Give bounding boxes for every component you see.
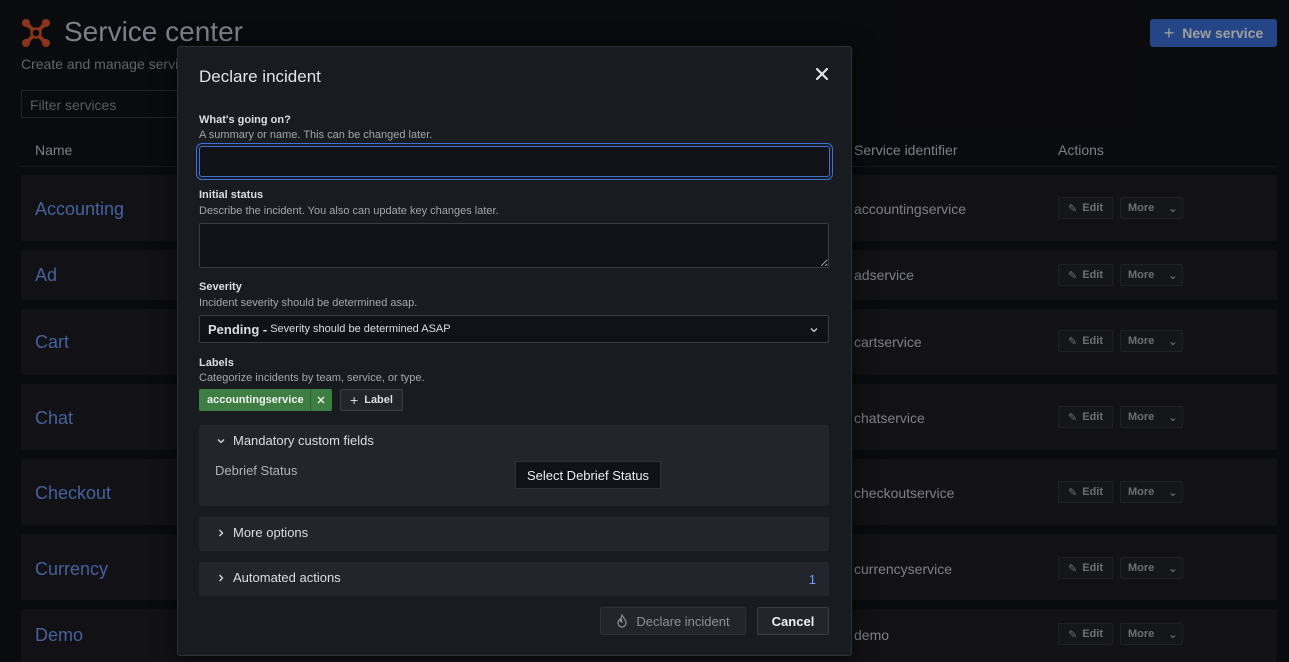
- declare-incident-modal: Declare incident What's going on? A summ…: [177, 46, 852, 656]
- mandatory-custom-fields-toggle[interactable]: Mandatory custom fields: [216, 433, 374, 448]
- severity-selected-main: Pending -: [208, 321, 268, 337]
- more-options-section[interactable]: More options: [199, 517, 829, 551]
- chevron-down-icon: [810, 328, 818, 333]
- plus-icon: +: [350, 392, 359, 408]
- severity-description: Incident severity should be determined a…: [199, 297, 418, 309]
- initial-status-description: Describe the incident. You also can upda…: [199, 205, 499, 217]
- summary-label: What's going on?: [199, 114, 291, 126]
- summary-input[interactable]: [199, 146, 830, 177]
- severity-select[interactable]: Pending - Severity should be determined …: [199, 315, 829, 343]
- mandatory-custom-fields-section: Mandatory custom fields Debrief Status S…: [199, 425, 829, 506]
- chevron-down-icon: [217, 438, 225, 443]
- modal-title: Declare incident: [199, 67, 321, 86]
- labels-label: Labels: [199, 357, 234, 369]
- initial-status-label: Initial status: [199, 189, 264, 201]
- automated-actions-toggle[interactable]: Automated actions: [216, 570, 341, 585]
- close-icon[interactable]: [813, 65, 831, 83]
- remove-label-icon[interactable]: [309, 389, 332, 411]
- fire-icon: [617, 614, 627, 628]
- summary-description: A summary or name. This can be changed l…: [199, 129, 433, 141]
- severity-selected-detail: Severity should be determined ASAP: [270, 323, 451, 335]
- chevron-right-icon: [219, 529, 224, 536]
- cancel-button[interactable]: Cancel: [757, 607, 829, 635]
- select-debrief-status-button[interactable]: Select Debrief Status: [515, 461, 661, 489]
- label-chip-text: accountingservice: [207, 394, 304, 406]
- labels-description: Categorize incidents by team, service, o…: [199, 372, 425, 384]
- declare-incident-button[interactable]: Declare incident: [600, 607, 746, 635]
- automated-actions-title: Automated actions: [233, 570, 341, 585]
- declare-incident-label: Declare incident: [636, 613, 730, 629]
- severity-label: Severity: [199, 281, 242, 293]
- automated-actions-section[interactable]: Automated actions 1: [199, 562, 829, 596]
- initial-status-textarea[interactable]: [199, 223, 829, 268]
- add-label-button[interactable]: + Label: [340, 389, 403, 411]
- automated-actions-count: 1: [808, 572, 816, 587]
- more-options-title: More options: [233, 525, 309, 540]
- mandatory-custom-fields-title: Mandatory custom fields: [233, 433, 374, 448]
- more-options-toggle[interactable]: More options: [216, 525, 308, 540]
- debrief-status-label: Debrief Status: [215, 463, 298, 478]
- label-chip: accountingservice: [199, 389, 332, 411]
- add-label-text: Label: [364, 394, 393, 406]
- chevron-right-icon: [219, 574, 224, 581]
